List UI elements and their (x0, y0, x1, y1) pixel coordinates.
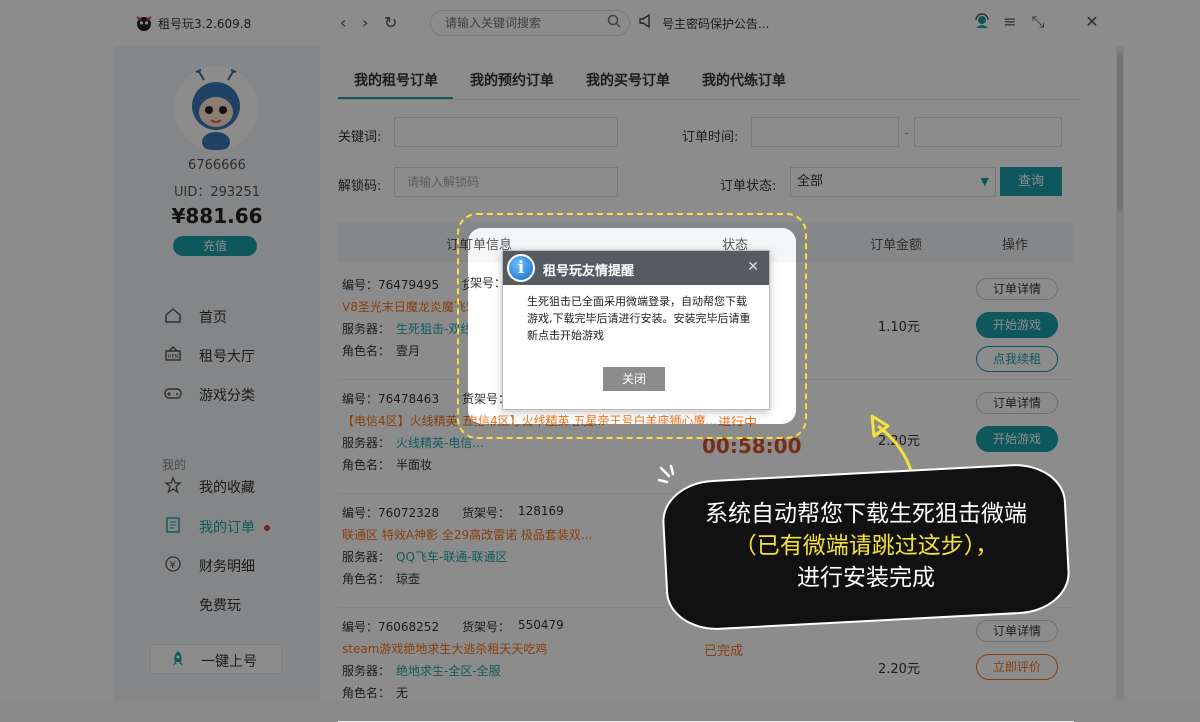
info-icon: i (507, 254, 535, 282)
dialog-message: 生死狙击已全面采用微端登录，自动帮您下载游戏,下载完毕后请进行安装。安装完毕后请… (527, 295, 751, 342)
dialog-title: 租号玩友情提醒 (543, 264, 635, 279)
dialog-close-icon[interactable]: ✕ (747, 259, 759, 275)
annotation-text: 系统自动帮您下载生死狙击微端 （已有微端请跳过这步）， 进行安装完成 (705, 501, 1027, 591)
reminder-dialog: i 租号玩友情提醒 ✕ 生死狙击已全面采用微端登录，自动帮您下载游戏,下载完毕后… (502, 250, 770, 410)
dialog-title-bar: i 租号玩友情提醒 ✕ (503, 251, 769, 285)
dialog-close-button[interactable]: 关闭 (603, 367, 665, 391)
